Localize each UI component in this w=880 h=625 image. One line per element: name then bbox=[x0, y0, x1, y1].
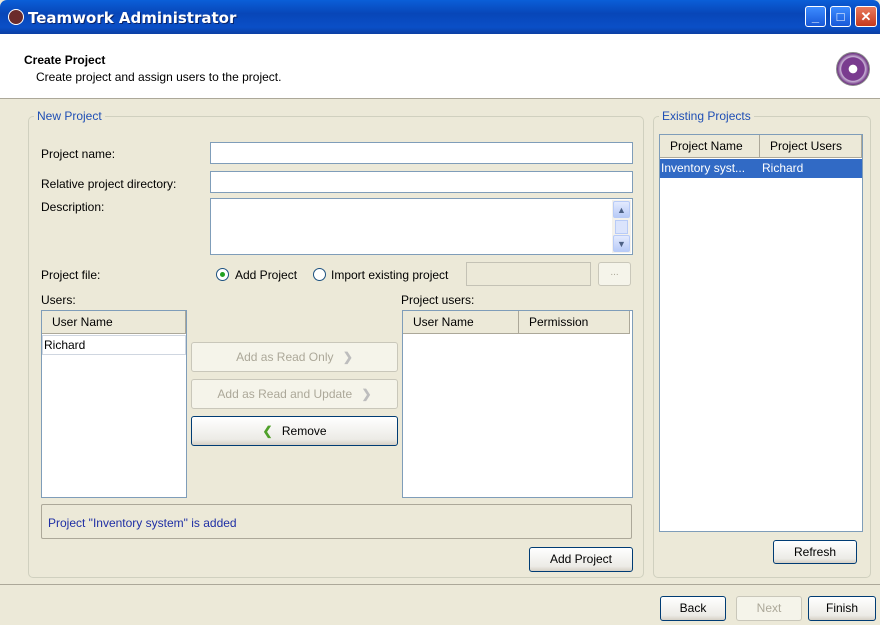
add-project-radio-label[interactable]: Add Project bbox=[235, 268, 297, 282]
back-button[interactable]: Back bbox=[660, 596, 726, 621]
scroll-down-icon[interactable]: ▼ bbox=[613, 235, 630, 252]
existing-col-project-name[interactable]: Project Name bbox=[660, 135, 760, 158]
add-project-radio[interactable] bbox=[216, 268, 229, 281]
description-textarea[interactable]: ▲ ▼ bbox=[210, 198, 633, 255]
add-read-only-label: Add as Read Only bbox=[236, 350, 334, 364]
project-name-input[interactable] bbox=[210, 142, 633, 164]
table-row[interactable]: Inventory syst... Richard bbox=[660, 159, 862, 178]
users-table[interactable]: User Name Richard bbox=[41, 310, 187, 498]
add-read-update-button: Add as Read and Update ❯ bbox=[191, 379, 398, 409]
project-users-table[interactable]: User Name Permission bbox=[402, 310, 633, 498]
maximize-button[interactable]: □ bbox=[830, 6, 851, 27]
close-icon: ✕ bbox=[860, 9, 872, 24]
import-path-input bbox=[466, 262, 591, 286]
teamwork-logo-icon bbox=[836, 52, 870, 86]
arrow-left-icon: ❮ bbox=[262, 424, 273, 438]
refresh-button[interactable]: Refresh bbox=[773, 540, 857, 564]
relative-dir-input[interactable] bbox=[210, 171, 633, 193]
radio-selected-icon bbox=[220, 272, 225, 277]
existing-row-users: Richard bbox=[762, 161, 804, 175]
maximize-icon: □ bbox=[836, 9, 845, 24]
description-scrollbar[interactable]: ▲ ▼ bbox=[612, 200, 631, 253]
add-read-update-label: Add as Read and Update bbox=[217, 387, 353, 401]
arrow-right-icon: ❯ bbox=[361, 387, 372, 401]
add-project-button[interactable]: Add Project bbox=[529, 547, 633, 572]
remove-button[interactable]: ❮ Remove bbox=[191, 416, 398, 446]
import-project-radio[interactable] bbox=[313, 268, 326, 281]
description-label: Description: bbox=[41, 200, 105, 214]
minimize-button[interactable]: _ bbox=[805, 6, 826, 27]
users-column-header[interactable]: User Name bbox=[42, 311, 186, 334]
add-read-only-button: Add as Read Only ❯ bbox=[191, 342, 398, 372]
remove-label: Remove bbox=[281, 424, 327, 438]
close-button[interactable]: ✕ bbox=[855, 6, 877, 27]
existing-projects-table[interactable]: Project Name Project Users Inventory sys… bbox=[659, 134, 863, 532]
app-icon bbox=[8, 9, 24, 25]
existing-col-project-users[interactable]: Project Users bbox=[760, 135, 862, 158]
page-title: Create Project bbox=[24, 53, 106, 67]
project-users-label: Project users: bbox=[401, 293, 475, 307]
next-button: Next bbox=[736, 596, 802, 621]
status-message: Project "Inventory system" is added bbox=[41, 504, 632, 539]
existing-projects-legend: Existing Projects bbox=[659, 109, 754, 123]
page-header bbox=[0, 34, 880, 99]
window-title: Teamwork Administrator bbox=[28, 9, 237, 27]
project-file-label: Project file: bbox=[41, 268, 101, 282]
project-name-label: Project name: bbox=[41, 147, 116, 161]
finish-button[interactable]: Finish bbox=[808, 596, 876, 621]
project-users-col-username[interactable]: User Name bbox=[403, 311, 519, 334]
relative-dir-label: Relative project directory: bbox=[41, 177, 177, 191]
footer-divider bbox=[0, 584, 880, 585]
scroll-up-icon[interactable]: ▲ bbox=[613, 201, 630, 218]
browse-button: ... bbox=[598, 262, 631, 286]
minimize-icon: _ bbox=[811, 9, 820, 24]
page-subtitle: Create project and assign users to the p… bbox=[36, 70, 282, 84]
table-row[interactable]: Richard bbox=[42, 335, 186, 355]
arrow-right-icon: ❯ bbox=[342, 350, 353, 364]
import-project-radio-label[interactable]: Import existing project bbox=[331, 268, 448, 282]
scroll-thumb[interactable] bbox=[615, 220, 628, 234]
project-users-col-permission[interactable]: Permission bbox=[519, 311, 630, 334]
new-project-legend: New Project bbox=[34, 109, 105, 123]
existing-row-name: Inventory syst... bbox=[661, 161, 746, 175]
users-label: Users: bbox=[41, 293, 76, 307]
